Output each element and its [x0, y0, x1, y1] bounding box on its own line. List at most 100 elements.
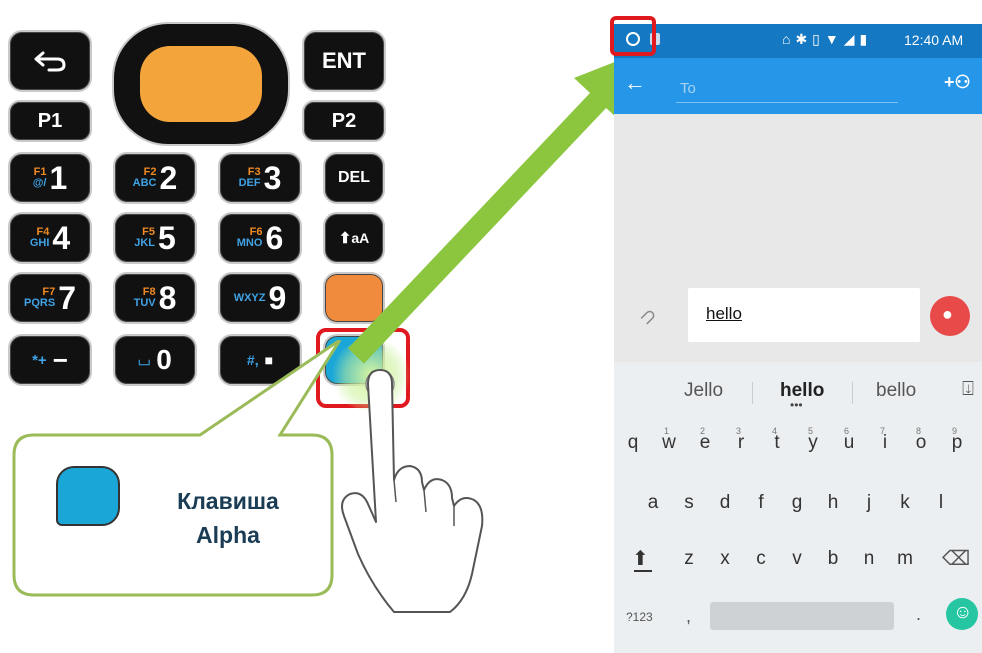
key-5-sub: JKL [134, 237, 155, 249]
person-icon: ● [942, 304, 953, 324]
key-l[interactable]: l [926, 492, 956, 514]
symbols-key[interactable]: ?123 [626, 610, 653, 624]
key-9-labels: WXYZ [233, 291, 266, 304]
key-z[interactable]: z [674, 548, 704, 570]
key-8-num: 8 [158, 280, 177, 316]
key-c[interactable]: c [746, 548, 776, 570]
key-3-labels: F3 DEF [239, 167, 261, 189]
emoji-button[interactable]: ☺ [946, 598, 978, 630]
key-p[interactable]: p [942, 432, 972, 454]
key-f[interactable]: f [746, 492, 776, 514]
send-button[interactable]: ● [930, 296, 970, 336]
message-input[interactable]: hello [688, 288, 920, 342]
key-1-sub: @/ [32, 177, 47, 189]
key-8-labels: F8 TUV [134, 287, 156, 309]
pointing-hand [341, 369, 484, 613]
key-u[interactable]: u [834, 432, 864, 454]
return-arrow-icon [34, 51, 66, 72]
suggestion-1[interactable]: Jello [684, 380, 723, 402]
key-n[interactable]: n [854, 548, 884, 570]
key-3-num: 3 [263, 160, 282, 196]
emoji-icon: ☺ [953, 602, 973, 623]
key-d[interactable]: d [710, 492, 740, 514]
paperclip-icon[interactable]: ⊃ [634, 302, 664, 332]
key-y[interactable]: y [798, 432, 828, 454]
key-1-labels: F1 @/ [33, 167, 47, 189]
key-3-sub: DEF [238, 177, 261, 189]
key-9-sub: WXYZ [233, 291, 266, 304]
key-9-num: 9 [268, 280, 287, 316]
key-o[interactable]: o [906, 432, 936, 454]
key-5-labels: F5 JKL [134, 227, 155, 249]
key-a[interactable]: a [638, 492, 668, 514]
key-2-labels: F2 ABC [133, 167, 157, 189]
key-q[interactable]: q [618, 432, 648, 454]
callout-text: Клавиша Alpha [150, 484, 306, 552]
key-h[interactable]: h [818, 492, 848, 514]
shift-underline [634, 570, 652, 572]
key-4[interactable]: F4 GHI 4 [8, 212, 92, 264]
to-underline [676, 102, 898, 103]
keyboard: Jello hello ••• bello ⍗ 1 2 3 4 5 6 7 8 … [614, 362, 982, 653]
key-6[interactable]: F6 MNO 6 [218, 212, 302, 264]
key-9[interactable]: WXYZ 9 [218, 272, 302, 324]
key-j[interactable]: j [854, 492, 884, 514]
key-7-sub: PQRS [24, 297, 56, 309]
key-3[interactable]: F3 DEF 3 [218, 152, 302, 204]
key-i[interactable]: i [870, 432, 900, 454]
scan-key-center [140, 46, 262, 122]
key-6-sub: MNO [236, 237, 263, 249]
scan-key[interactable] [112, 22, 290, 146]
composer: ⊃ hello ● [614, 276, 982, 356]
key-8[interactable]: F8 TUV 8 [113, 272, 197, 324]
comma-key[interactable]: , [686, 606, 691, 627]
app-bar: ← To +⚇ [614, 58, 982, 114]
suggestion-3[interactable]: bello [876, 380, 916, 402]
key-6-num: 6 [265, 220, 284, 256]
suggestion-divider [752, 382, 753, 404]
pointer-arrow [348, 52, 640, 364]
p1-label: P1 [37, 109, 63, 132]
status-icon-highlight [610, 16, 656, 56]
back-arrow-icon[interactable]: ← [624, 70, 646, 96]
key-w[interactable]: w [654, 432, 684, 454]
key-8-sub: TUV [133, 297, 156, 309]
key-e[interactable]: e [690, 432, 720, 454]
back-key[interactable] [8, 30, 92, 92]
key-b[interactable]: b [818, 548, 848, 570]
add-person-icon[interactable]: +⚇ [944, 72, 971, 93]
key-m[interactable]: m [890, 548, 920, 570]
key-5-num: 5 [157, 220, 176, 256]
key-7[interactable]: F7 PQRS 7 [8, 272, 92, 324]
alpha-key-swatch [56, 466, 120, 526]
to-field[interactable]: To [680, 80, 696, 97]
key-7-num: 7 [58, 280, 76, 316]
shift-icon[interactable]: ⬆ [632, 546, 649, 571]
mic-icon[interactable]: ⍗ [962, 378, 974, 401]
phone-screen: ⌂✱▯▼◢▮ 12:40 AM ← To +⚇ ⊃ hello ● Jello … [614, 24, 982, 653]
key-s[interactable]: s [674, 492, 704, 514]
key-1[interactable]: F1 @/ 1 [8, 152, 92, 204]
p1-key[interactable]: P1 [8, 100, 92, 142]
key-6-labels: F6 MNO [237, 227, 263, 249]
key-5[interactable]: F5 JKL 5 [113, 212, 197, 264]
suggestion-dots: ••• [790, 398, 803, 412]
key-2-num: 2 [159, 160, 178, 196]
period-key[interactable]: . [916, 604, 921, 625]
backspace-icon[interactable]: ⌫ [942, 546, 970, 571]
key-x[interactable]: x [710, 548, 740, 570]
key-2[interactable]: F2 ABC 2 [113, 152, 197, 204]
key-4-num: 4 [52, 220, 71, 256]
callout-line2: Alpha [196, 522, 260, 548]
key-r[interactable]: r [726, 432, 756, 454]
key-1-num: 1 [49, 160, 68, 196]
key-4-sub: GHI [29, 237, 50, 249]
key-t[interactable]: t [762, 432, 792, 454]
spacebar[interactable] [710, 602, 894, 630]
key-k[interactable]: k [890, 492, 920, 514]
key-v[interactable]: v [782, 548, 812, 570]
key-g[interactable]: g [782, 492, 812, 514]
status-bar: ⌂✱▯▼◢▮ 12:40 AM [614, 24, 982, 58]
message-text: hello [706, 304, 742, 323]
status-icons: ⌂✱▯▼◢▮ [782, 31, 873, 47]
